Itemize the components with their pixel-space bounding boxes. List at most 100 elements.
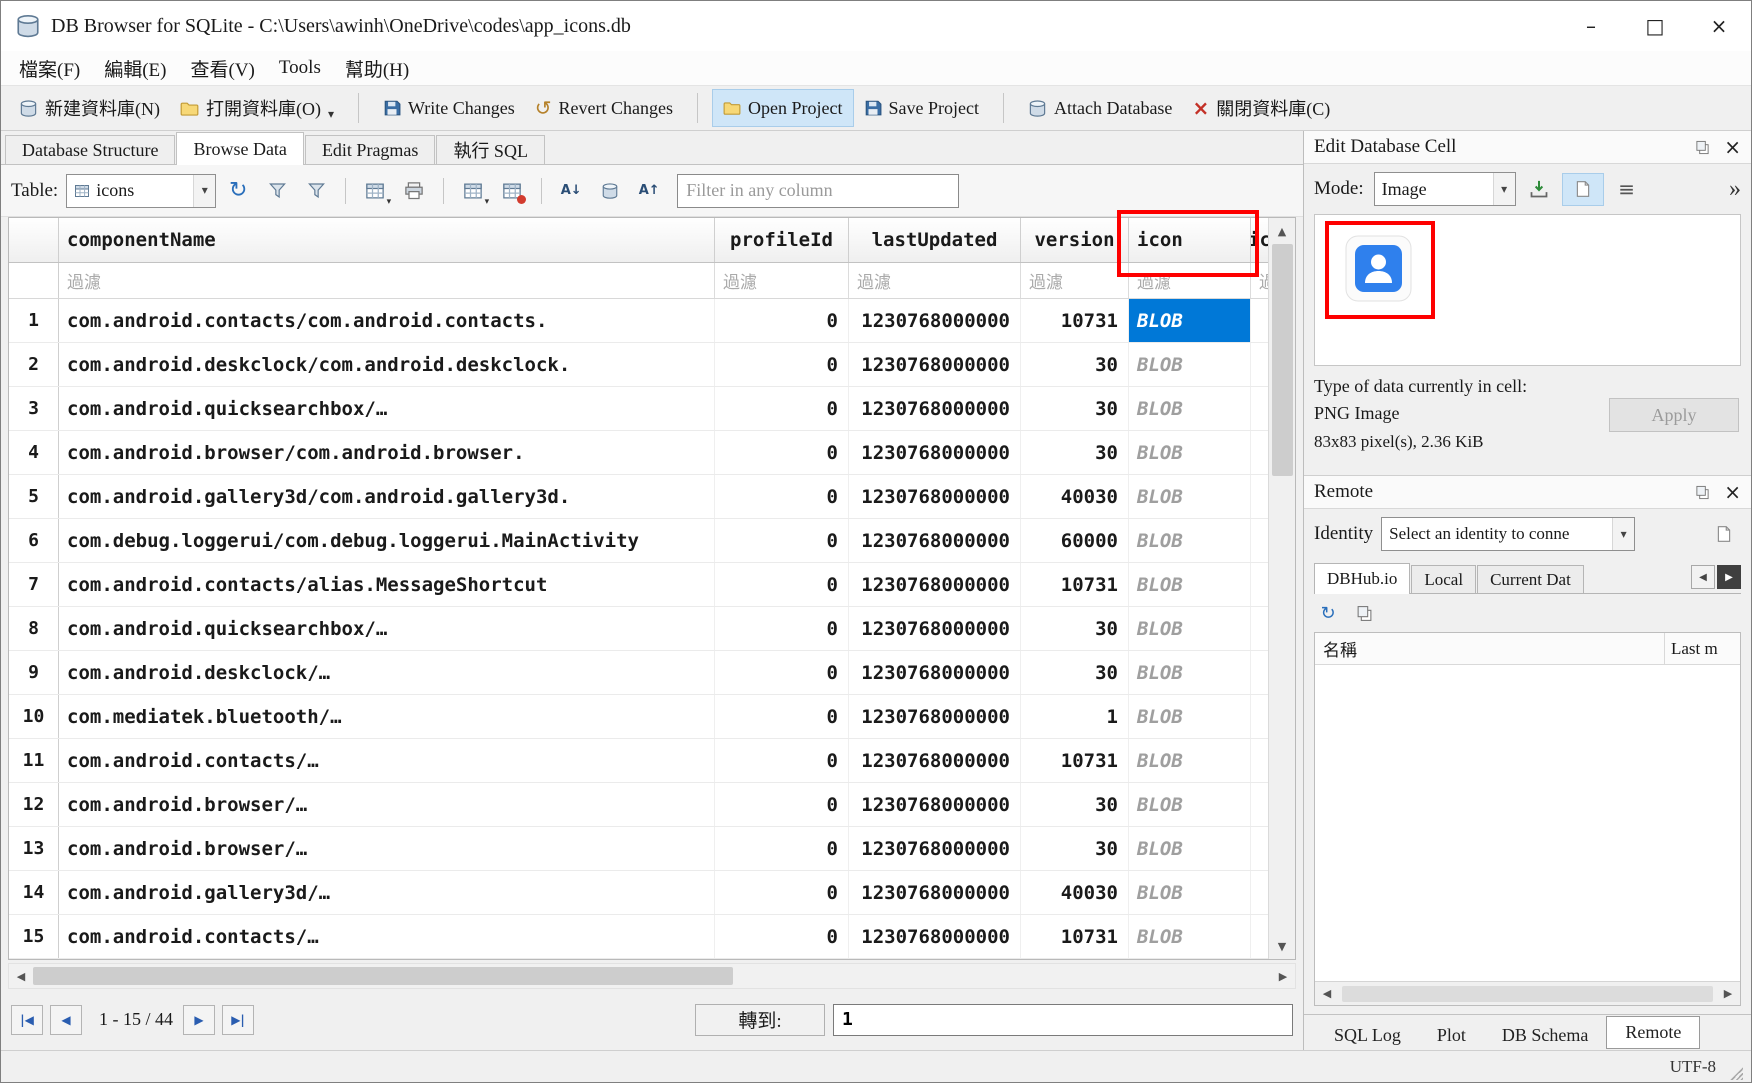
cell-componentName[interactable]: com.android.gallery3d/com.android.galler… bbox=[59, 475, 715, 518]
cell-componentName[interactable]: com.android.deskclock/com.android.deskcl… bbox=[59, 343, 715, 386]
cell-profileId[interactable]: 0 bbox=[715, 299, 849, 342]
scroll-up-icon[interactable]: ▲ bbox=[1269, 218, 1295, 244]
cell-lastUpdated[interactable]: 1230768000000 bbox=[849, 607, 1021, 650]
remote-tab-current-database[interactable]: Current Dat bbox=[1477, 565, 1584, 593]
cell-lastUpdated[interactable]: 1230768000000 bbox=[849, 387, 1021, 430]
cell-componentName[interactable]: com.android.contacts/… bbox=[59, 739, 715, 782]
cell-componentName[interactable]: com.android.contacts/com.android.contact… bbox=[59, 299, 715, 342]
identity-select[interactable]: Select an identity to conne ▾ bbox=[1381, 517, 1635, 551]
float-panel-icon[interactable] bbox=[1695, 485, 1710, 500]
cell-version[interactable]: 30 bbox=[1021, 651, 1129, 694]
tab-database-structure[interactable]: Database Structure bbox=[5, 135, 175, 164]
cell-lastUpdated[interactable]: 1230768000000 bbox=[849, 431, 1021, 474]
remote-column-name[interactable]: 名稱 bbox=[1315, 633, 1664, 664]
chevron-down-icon[interactable]: ▾ bbox=[1612, 518, 1634, 550]
horizontal-scrollbar-thumb[interactable] bbox=[33, 967, 733, 985]
menu-help[interactable]: 幫助(H) bbox=[333, 52, 421, 85]
cell-version[interactable]: 30 bbox=[1021, 431, 1129, 474]
refresh-button[interactable]: ↻ bbox=[221, 174, 255, 208]
cell-lastUpdated[interactable]: 1230768000000 bbox=[849, 827, 1021, 870]
cell-profileId[interactable]: 0 bbox=[715, 695, 849, 738]
cell-icon[interactable]: BLOB bbox=[1129, 827, 1251, 870]
insert-record-dropdown-icon[interactable]: ▾ bbox=[387, 196, 392, 207]
remote-column-last-modified[interactable]: Last m bbox=[1664, 633, 1740, 664]
insert-record-button[interactable]: ▾ bbox=[358, 174, 392, 208]
cell-icon[interactable]: BLOB bbox=[1129, 607, 1251, 650]
cell-lastUpdated[interactable]: 1230768000000 bbox=[849, 783, 1021, 826]
edit-filters-button[interactable] bbox=[299, 174, 333, 208]
table-select[interactable]: icons ▾ bbox=[66, 174, 216, 208]
first-record-button[interactable]: |◀ bbox=[11, 1005, 43, 1035]
cell-icon[interactable]: BLOB bbox=[1129, 739, 1251, 782]
cell-componentName[interactable]: com.android.deskclock/… bbox=[59, 651, 715, 694]
cell-lastUpdated[interactable]: 1230768000000 bbox=[849, 475, 1021, 518]
cell-profileId[interactable]: 0 bbox=[715, 607, 849, 650]
cell-componentName[interactable]: com.android.browser/com.android.browser. bbox=[59, 431, 715, 474]
encoding-label[interactable]: UTF-8 bbox=[1670, 1057, 1716, 1077]
maximize-button[interactable]: □ bbox=[1623, 1, 1687, 51]
print-button[interactable] bbox=[397, 174, 431, 208]
cell-icon[interactable]: BLOB bbox=[1129, 431, 1251, 474]
cell-icon[interactable]: BLOB bbox=[1129, 563, 1251, 606]
tab-scroll-right-icon[interactable]: ▶ bbox=[1717, 565, 1741, 589]
chevron-down-icon[interactable]: ▾ bbox=[193, 175, 215, 207]
cell-profileId[interactable]: 0 bbox=[715, 431, 849, 474]
menu-tools[interactable]: Tools bbox=[267, 54, 333, 82]
filter-componentName[interactable]: 過濾 bbox=[59, 263, 715, 298]
cell-icon[interactable]: BLOB bbox=[1129, 871, 1251, 914]
cell-icon[interactable]: BLOB bbox=[1129, 387, 1251, 430]
scroll-right-icon[interactable]: ▶ bbox=[1716, 982, 1740, 1005]
next-record-button[interactable]: ▶ bbox=[183, 1005, 215, 1035]
export-table-dropdown-icon[interactable]: ▾ bbox=[485, 196, 490, 207]
cell-lastUpdated[interactable]: 1230768000000 bbox=[849, 299, 1021, 342]
cell-icon[interactable]: BLOB bbox=[1129, 651, 1251, 694]
cell-version[interactable]: 30 bbox=[1021, 607, 1129, 650]
minimize-button[interactable]: – bbox=[1559, 1, 1623, 51]
cell-lastUpdated[interactable]: 1230768000000 bbox=[849, 563, 1021, 606]
remote-horizontal-scrollbar[interactable]: ◀ ▶ bbox=[1315, 981, 1740, 1005]
cell-version[interactable]: 10731 bbox=[1021, 299, 1129, 342]
remote-clone-button[interactable] bbox=[1350, 600, 1378, 626]
cell-lastUpdated[interactable]: 1230768000000 bbox=[849, 695, 1021, 738]
sort-desc-button[interactable]: A↑ bbox=[632, 174, 666, 208]
save-project-button[interactable]: Save Project bbox=[854, 89, 989, 127]
tab-scroll-left-icon[interactable]: ◀ bbox=[1691, 565, 1715, 589]
cell-profileId[interactable]: 0 bbox=[715, 739, 849, 782]
cell-componentName[interactable]: com.android.quicksearchbox/… bbox=[59, 387, 715, 430]
cell-lastUpdated[interactable]: 1230768000000 bbox=[849, 343, 1021, 386]
cell-componentName[interactable]: com.debug.loggerui/com.debug.loggerui.Ma… bbox=[59, 519, 715, 562]
horizontal-scrollbar[interactable]: ◀ ▶ bbox=[8, 963, 1296, 989]
attach-database-button[interactable]: Attach Database bbox=[1018, 89, 1182, 127]
cell-lastUpdated[interactable]: 1230768000000 bbox=[849, 739, 1021, 782]
float-panel-icon[interactable] bbox=[1695, 140, 1710, 155]
cell-version[interactable]: 30 bbox=[1021, 783, 1129, 826]
menu-edit[interactable]: 編輯(E) bbox=[92, 52, 178, 85]
filter-lastUpdated[interactable]: 過濾 bbox=[849, 263, 1021, 298]
column-header-icon[interactable]: icon bbox=[1129, 218, 1251, 262]
column-header-componentName[interactable]: componentName bbox=[59, 218, 715, 262]
corner-header[interactable] bbox=[9, 218, 59, 262]
scroll-down-icon[interactable]: ▼ bbox=[1269, 933, 1295, 959]
chevron-down-icon[interactable]: ▾ bbox=[1493, 173, 1515, 205]
close-panel-icon[interactable]: × bbox=[1724, 480, 1741, 504]
global-filter-input[interactable] bbox=[677, 174, 959, 208]
scroll-right-icon[interactable]: ▶ bbox=[1271, 964, 1295, 988]
new-database-button[interactable]: 新建資料庫(N) bbox=[9, 89, 170, 127]
cell-icon[interactable]: BLOB bbox=[1129, 783, 1251, 826]
cell-version[interactable]: 10731 bbox=[1021, 739, 1129, 782]
filter-icon[interactable]: 過濾 bbox=[1129, 263, 1251, 298]
dock-tab-plot[interactable]: Plot bbox=[1419, 1020, 1484, 1050]
cell-icon[interactable]: BLOB bbox=[1129, 475, 1251, 518]
scroll-left-icon[interactable]: ◀ bbox=[1315, 982, 1339, 1005]
import-data-button[interactable] bbox=[1522, 173, 1556, 206]
cell-profileId[interactable]: 0 bbox=[715, 651, 849, 694]
open-database-dropdown-icon[interactable]: ▾ bbox=[328, 107, 334, 127]
remote-tab-local[interactable]: Local bbox=[1411, 565, 1476, 593]
cell-lastUpdated[interactable]: 1230768000000 bbox=[849, 519, 1021, 562]
remote-refresh-button[interactable]: ↻ bbox=[1314, 600, 1342, 626]
cell-profileId[interactable]: 0 bbox=[715, 827, 849, 870]
cell-profileId[interactable]: 0 bbox=[715, 343, 849, 386]
previous-record-button[interactable]: ◀ bbox=[50, 1005, 82, 1035]
close-database-button[interactable]: × 關閉資料庫(C) bbox=[1182, 89, 1340, 127]
cell-lastUpdated[interactable]: 1230768000000 bbox=[849, 651, 1021, 694]
